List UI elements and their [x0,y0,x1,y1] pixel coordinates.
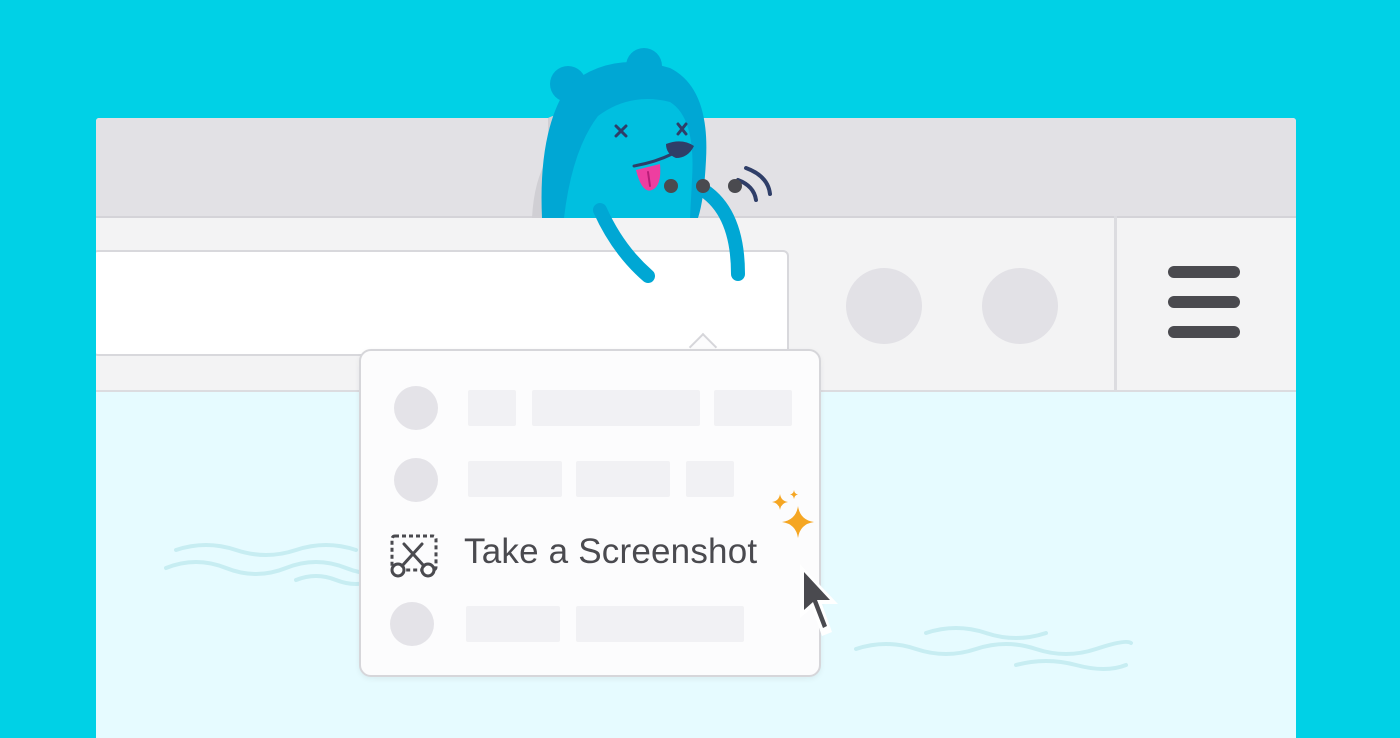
screenshot-scissors-icon [390,534,438,578]
toolbar-separator [1114,216,1117,392]
ellipsis-icon[interactable] [728,179,742,193]
placeholder-bar [466,606,560,642]
placeholder-bar [576,606,744,642]
placeholder-bar [468,390,516,426]
placeholder-bar [686,461,734,497]
ellipsis-icon[interactable] [696,179,710,193]
toolbar-button-icon[interactable] [846,268,922,344]
sparkle-icon [772,490,814,538]
menu-item-icon [394,386,438,430]
placeholder-bar [468,461,562,497]
ellipsis-icon[interactable] [664,179,678,193]
toolbar-button-icon[interactable] [982,268,1058,344]
menu-item-icon [394,458,438,502]
placeholder-bar [714,390,792,426]
wave-decoration [854,626,1133,671]
bear-mascot [532,48,772,283]
menu-item-icon [390,602,434,646]
placeholder-bar [532,390,700,426]
take-screenshot-label: Take a Screenshot [464,532,758,571]
mouse-cursor-icon [800,564,838,636]
placeholder-bar [576,461,670,497]
